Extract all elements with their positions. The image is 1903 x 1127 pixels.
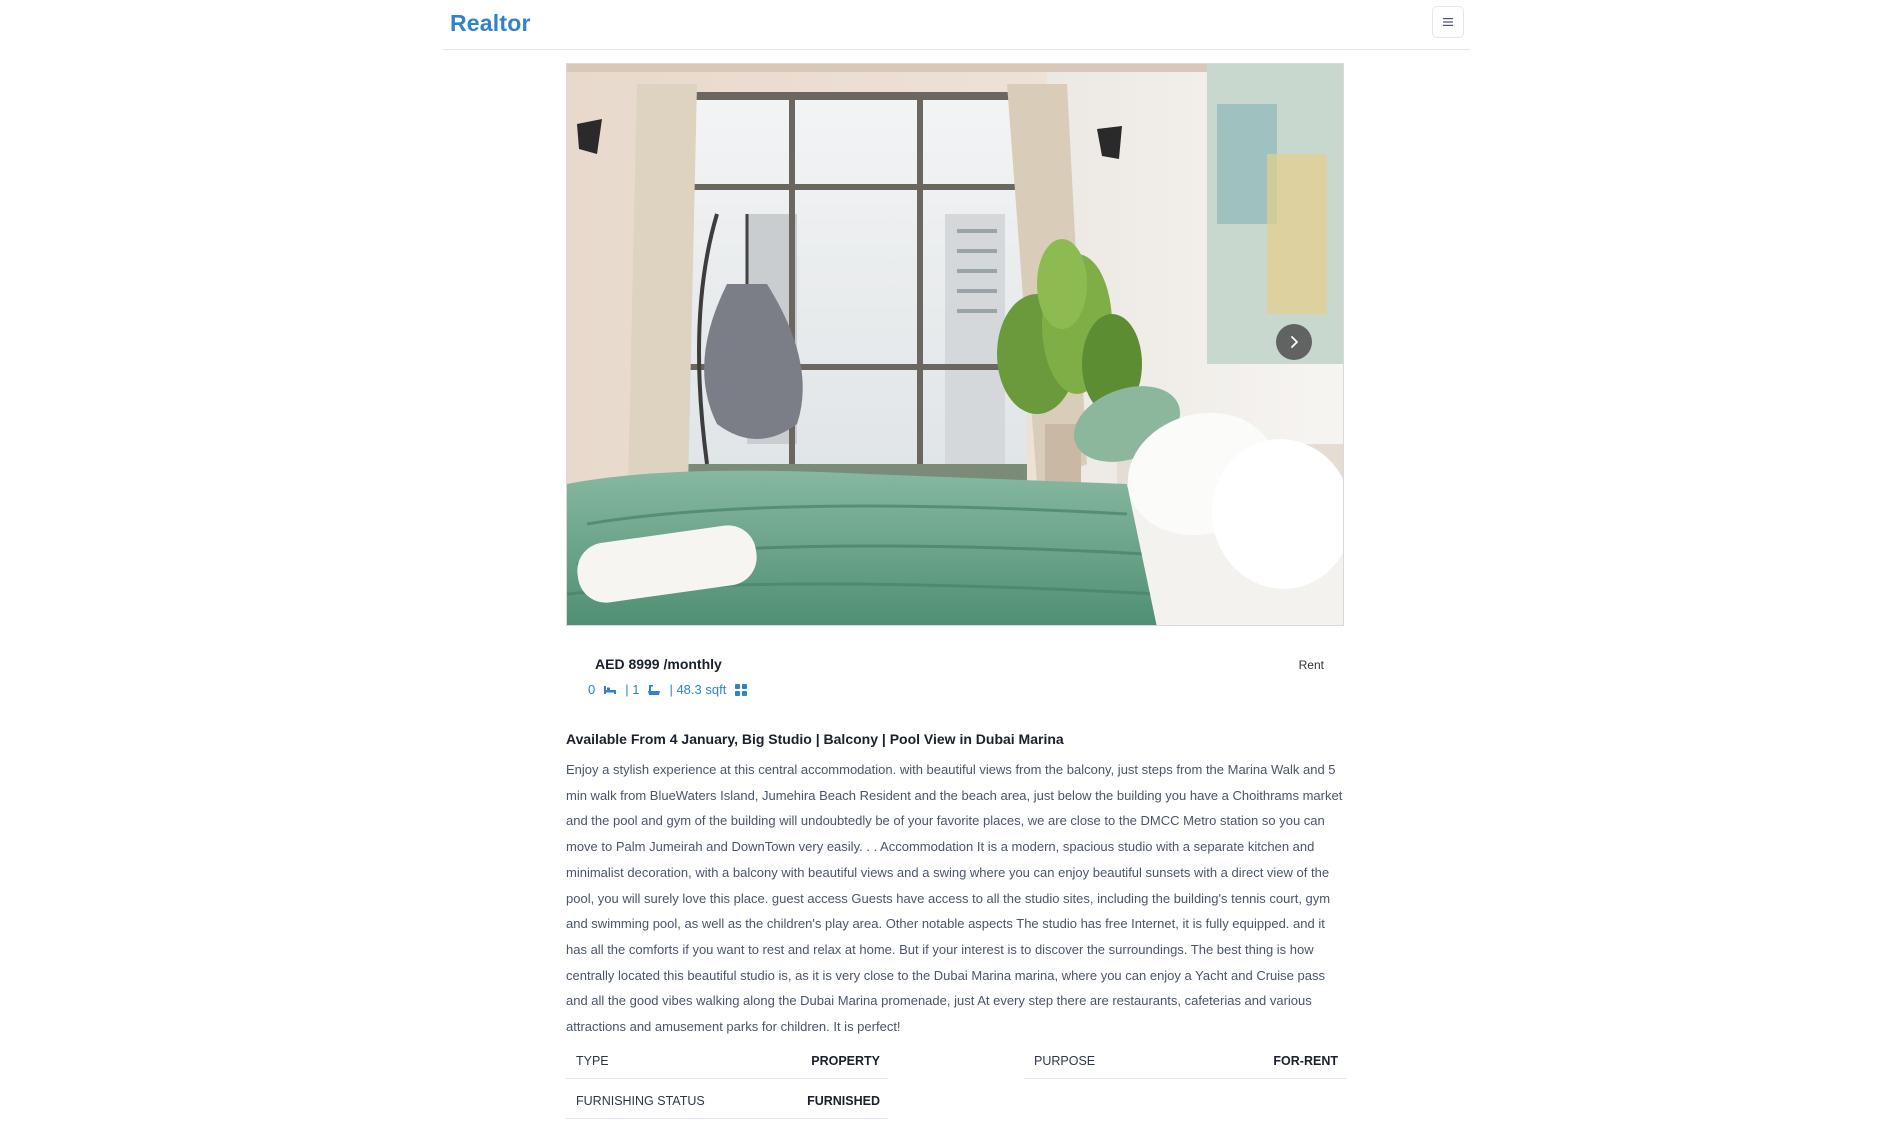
type-label: TYPE [576,1053,609,1068]
type-value: PROPERTY [811,1053,880,1068]
listing-photo [567,64,1343,625]
furnishing-value: FURNISHED [807,1093,880,1108]
hamburger-icon [1443,18,1453,26]
listing-price: AED 8999 /monthly [595,656,722,672]
bath-icon [647,683,661,697]
detail-type: TYPE PROPERTY [566,1043,888,1079]
listing-stats: 0 | 1 | 48.3 sqft [588,682,756,697]
detail-furnishing: FURNISHING STATUS FURNISHED [566,1083,888,1119]
detail-purpose: PURPOSE FOR-RENT [1024,1043,1346,1079]
menu-button[interactable] [1432,6,1464,38]
brand-logo[interactable]: Realtor [450,10,531,37]
rooms-count: 0 [588,682,596,697]
area-size: | 48.3 sqft [669,682,727,697]
listing-description: Enjoy a stylish experience at this centr… [566,762,1343,1035]
purpose-value: FOR-RENT [1273,1053,1338,1068]
baths-count: | 1 [625,682,640,697]
image-gallery[interactable] [566,63,1344,626]
furnishing-label: FURNISHING STATUS [576,1093,705,1108]
purpose-label: PURPOSE [1034,1053,1096,1068]
bed-icon [603,683,617,697]
grid-icon [734,683,748,697]
listing-title: Available From 4 January, Big Studio | B… [566,731,1064,747]
rent-badge: Rent [1298,658,1324,672]
chevron-right-icon [1291,336,1298,348]
gallery-next-button[interactable] [1276,324,1312,360]
navbar: Realtor [443,0,1470,50]
